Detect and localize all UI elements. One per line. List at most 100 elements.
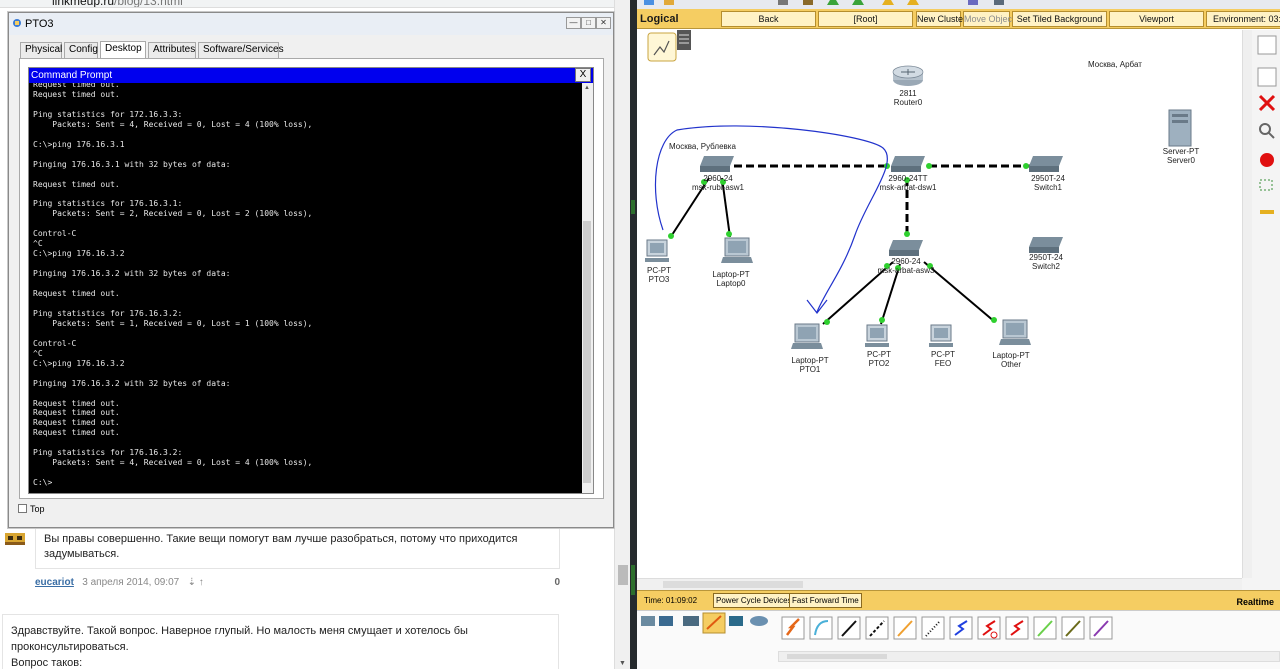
command-output-line: Request timed out. — [33, 89, 120, 99]
laptop-icon[interactable] — [721, 237, 753, 263]
laptop-icon[interactable] — [999, 319, 1031, 345]
command-prompt-close-button[interactable]: X — [575, 68, 591, 82]
command-output-line — [33, 299, 578, 309]
draw-icon[interactable] — [882, 0, 894, 5]
back-button[interactable]: Back — [721, 11, 816, 27]
comment-author-link[interactable]: eucariot — [35, 577, 74, 588]
pc-icon[interactable] — [865, 324, 889, 347]
set-tiled-background-button[interactable]: Set Tiled Background — [1012, 11, 1107, 27]
switch-icon[interactable] — [891, 156, 925, 172]
open-icon[interactable] — [663, 0, 675, 5]
switch-icon[interactable] — [700, 156, 734, 172]
new-file-icon[interactable] — [643, 0, 655, 5]
copy-icon[interactable] — [777, 0, 789, 5]
scroll-up-arrow-icon[interactable]: ▲ — [584, 85, 590, 91]
device-icon[interactable] — [993, 0, 1005, 5]
server-icon[interactable] — [1168, 109, 1192, 147]
octal-cable-icon[interactable] — [1033, 616, 1057, 640]
pc-icon[interactable] — [645, 239, 669, 262]
logical-workspace-bar: Logical Back [Root] New Cluster Move Obj… — [637, 9, 1280, 29]
new-cluster-button[interactable]: New Cluster — [916, 11, 966, 27]
command-output-line: Control-C — [33, 338, 77, 348]
coaxial-icon[interactable] — [949, 616, 973, 640]
tab-config[interactable]: Config — [64, 42, 98, 58]
scrollbar-thumb[interactable] — [618, 565, 628, 585]
location-label: Москва, Арбат — [1088, 60, 1142, 69]
command-prompt[interactable]: Command Prompt X Request timed out. Reque… — [28, 67, 594, 494]
window-titlebar[interactable]: PTO3 — □ ✕ — [9, 13, 613, 35]
pc-icon[interactable] — [929, 324, 953, 347]
draw-shape-icon[interactable] — [1260, 153, 1274, 167]
device-label-pto2: PC-PT PTO2 — [859, 350, 899, 368]
maximize-button[interactable]: □ — [581, 17, 596, 29]
desktop-panel: Command Prompt X Request timed out. Reque… — [19, 58, 604, 499]
root-button[interactable]: [Root] — [818, 11, 913, 27]
inspect-icon[interactable] — [1259, 123, 1275, 139]
switch-icon[interactable] — [1029, 237, 1063, 253]
power-cycle-devices-button[interactable]: Power Cycle Devices — [713, 593, 795, 608]
fast-forward-time-button[interactable]: Fast Forward Time — [789, 593, 862, 608]
command-prompt-scrollbar[interactable]: ▲ — [582, 83, 593, 493]
device-name: Router0 — [893, 98, 923, 107]
copper-straight-through-icon[interactable] — [837, 616, 861, 640]
iot-custom-cable-icon[interactable] — [1061, 616, 1085, 640]
scroll-down-arrow-icon[interactable]: ▼ — [619, 660, 626, 667]
browser-url[interactable]: linkmeup.ru/blog/13.html — [52, 0, 183, 7]
more-device-icons[interactable] — [729, 616, 768, 626]
top-checkbox[interactable]: Top — [18, 504, 45, 514]
browser-address-bar[interactable]: linkmeup.ru/blog/13.html — [0, 0, 630, 8]
canvas-horizontal-scrollbar[interactable] — [637, 578, 1242, 590]
delete-icon[interactable] — [1258, 94, 1276, 112]
serial-dce-icon[interactable] — [977, 616, 1001, 640]
device-category-icons[interactable] — [641, 616, 699, 626]
command-output-line: Request timed out. — [33, 428, 120, 438]
tab-software-services[interactable]: Software/Services — [198, 42, 284, 58]
scrollbar-thumb[interactable] — [583, 221, 591, 483]
phone-cable-icon[interactable] — [921, 616, 945, 640]
tab-attributes[interactable]: Attributes — [148, 42, 196, 58]
move-layout-icon[interactable] — [1257, 67, 1277, 87]
device-model: PC-PT — [931, 350, 955, 359]
router-icon[interactable] — [892, 65, 924, 86]
comment-line: Вопрос таков: — [11, 657, 83, 669]
console-cable-icon[interactable] — [809, 616, 833, 640]
command-prompt-output[interactable]: Request timed out. Request timed out. Pin… — [29, 83, 582, 492]
navigate-icon[interactable] — [852, 0, 864, 5]
serial-dte-icon[interactable] — [1005, 616, 1029, 640]
checkbox-box[interactable] — [18, 504, 27, 513]
move-object-button[interactable]: Move Object — [963, 11, 1015, 27]
usb-cable-icon[interactable] — [1089, 616, 1113, 640]
environment-button[interactable]: Environment: 03:30 — [1206, 11, 1280, 27]
palette-scrollbar[interactable] — [778, 651, 1280, 662]
navigate-icon[interactable] — [827, 0, 839, 5]
canvas-vertical-scrollbar[interactable] — [1242, 30, 1252, 578]
realtime-mode-label[interactable]: Realtime — [1236, 597, 1274, 607]
automatic-connection-icon[interactable] — [781, 616, 805, 640]
topology-canvas[interactable]: Москва, Рублевка Москва, Арбат 2811 Route… — [637, 30, 1242, 578]
select-tool-icon[interactable] — [1257, 35, 1277, 55]
switch-icon[interactable] — [889, 240, 923, 256]
tab-desktop[interactable]: Desktop — [100, 41, 146, 58]
switch-icon[interactable] — [1029, 156, 1063, 172]
close-button[interactable]: ✕ — [596, 17, 611, 29]
resize-icon[interactable] — [1259, 179, 1273, 191]
palette-icon[interactable] — [967, 0, 979, 5]
comment-arrows-icon[interactable]: ⇣ ↑ — [188, 577, 204, 588]
browser-scrollbar[interactable]: ▼ — [614, 0, 630, 669]
paste-icon[interactable] — [802, 0, 814, 5]
draw-icon[interactable] — [907, 0, 919, 5]
comment-votes: 0 — [554, 577, 560, 588]
copper-cross-over-icon[interactable] — [865, 616, 889, 640]
viewport-button[interactable]: Viewport — [1109, 11, 1204, 27]
tab-physical[interactable]: Physical — [20, 42, 62, 58]
laptop-icon[interactable] — [791, 323, 823, 349]
minimize-button[interactable]: — — [566, 17, 581, 29]
connection-palette — [641, 612, 1113, 640]
simple-pdu-icon[interactable] — [1260, 210, 1274, 214]
command-output-line: Ping statistics for 176.16.3.2: — [33, 448, 183, 458]
scrollbar-thumb[interactable] — [663, 581, 803, 588]
cluster-nav-icon[interactable] — [647, 30, 691, 62]
fiber-icon[interactable] — [893, 616, 917, 640]
connections-category-icon[interactable] — [702, 612, 726, 634]
scrollbar-thumb[interactable] — [787, 654, 887, 659]
